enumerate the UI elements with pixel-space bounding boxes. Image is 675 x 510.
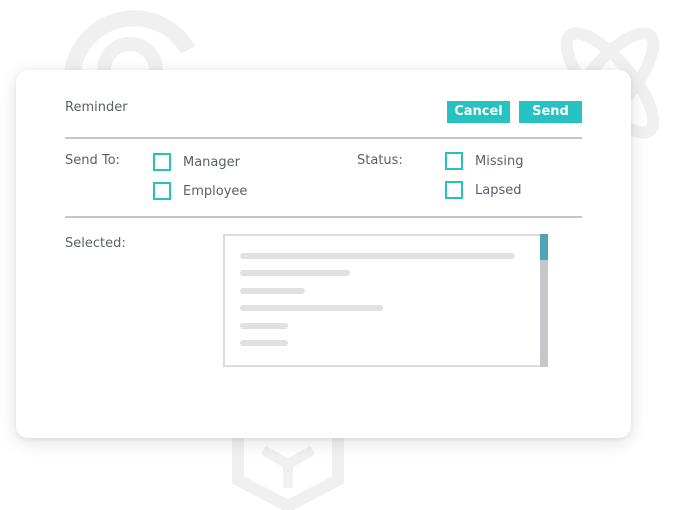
dialog-title: Reminder <box>65 100 128 115</box>
send-button[interactable]: Send <box>519 101 582 123</box>
lapsed-option-label: Lapsed <box>475 182 522 198</box>
cancel-button[interactable]: Cancel <box>447 101 510 123</box>
list-item-placeholder <box>240 253 515 259</box>
employee-checkbox[interactable] <box>153 182 171 200</box>
list-item-placeholder <box>240 323 288 329</box>
lapsed-checkbox[interactable] <box>445 181 463 199</box>
missing-option[interactable]: Missing <box>445 152 523 170</box>
list-item-placeholder <box>240 340 288 346</box>
missing-option-label: Missing <box>475 153 524 169</box>
selected-label: Selected: <box>65 236 126 251</box>
listbox-scrollbar-thumb[interactable] <box>540 234 548 260</box>
missing-checkbox[interactable] <box>445 152 463 170</box>
list-item-placeholder <box>240 305 383 311</box>
background-cube-decoration <box>232 438 344 510</box>
send-to-label: Send To: <box>65 153 120 168</box>
manager-option[interactable]: Manager <box>153 153 240 171</box>
reminder-dialog: Reminder Cancel Send Send To: Manager Em… <box>16 70 631 438</box>
list-item-placeholder <box>240 270 350 276</box>
background-ring-decoration <box>64 10 195 80</box>
list-item-placeholder <box>240 288 305 294</box>
employee-option[interactable]: Employee <box>153 182 247 200</box>
status-label: Status: <box>357 153 403 168</box>
employee-option-label: Employee <box>183 183 248 199</box>
manager-option-label: Manager <box>183 154 240 170</box>
manager-checkbox[interactable] <box>153 153 171 171</box>
options-divider <box>65 216 582 218</box>
listbox-scrollbar[interactable] <box>540 234 548 367</box>
lapsed-option[interactable]: Lapsed <box>445 181 521 199</box>
selected-listbox[interactable] <box>223 234 548 367</box>
header-divider <box>65 137 582 139</box>
